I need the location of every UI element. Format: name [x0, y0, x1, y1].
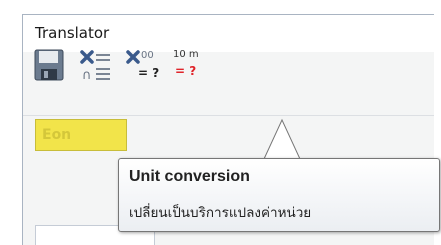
clear-numbers-button[interactable]: 00 = ? [125, 47, 161, 85]
unit-conversion-tooltip: Unit conversion เปลี่ยนเป็นบริการแปลงค่า… [118, 158, 440, 232]
save-button[interactable] [33, 47, 69, 85]
toolbar-divider [23, 115, 434, 116]
source-language-field[interactable]: Eon [35, 119, 127, 151]
tooltip-description: เปลี่ยนเป็นบริการแปลงค่าหน่วย [129, 205, 312, 221]
tooltip-pointer [262, 118, 302, 160]
unit-conversion-button[interactable]: 10 m = ? [171, 47, 211, 85]
unit-conversion-bottom-label: = ? [175, 64, 197, 78]
clear-numbers-top-label: 00 [141, 50, 154, 61]
clear-text-icon: ∩ [79, 47, 115, 85]
clear-text-button[interactable]: ∩ [79, 47, 115, 85]
clear-numbers-bottom-label: = ? [138, 66, 160, 80]
floppy-disk-icon [33, 47, 69, 83]
tooltip-title: Unit conversion [129, 168, 250, 185]
svg-text:∩: ∩ [82, 68, 92, 83]
screen: Translator ∩ 00 = ? 10 m = ? Eon Unit co… [0, 0, 441, 245]
unit-conversion-top-label: 10 m [173, 49, 199, 60]
